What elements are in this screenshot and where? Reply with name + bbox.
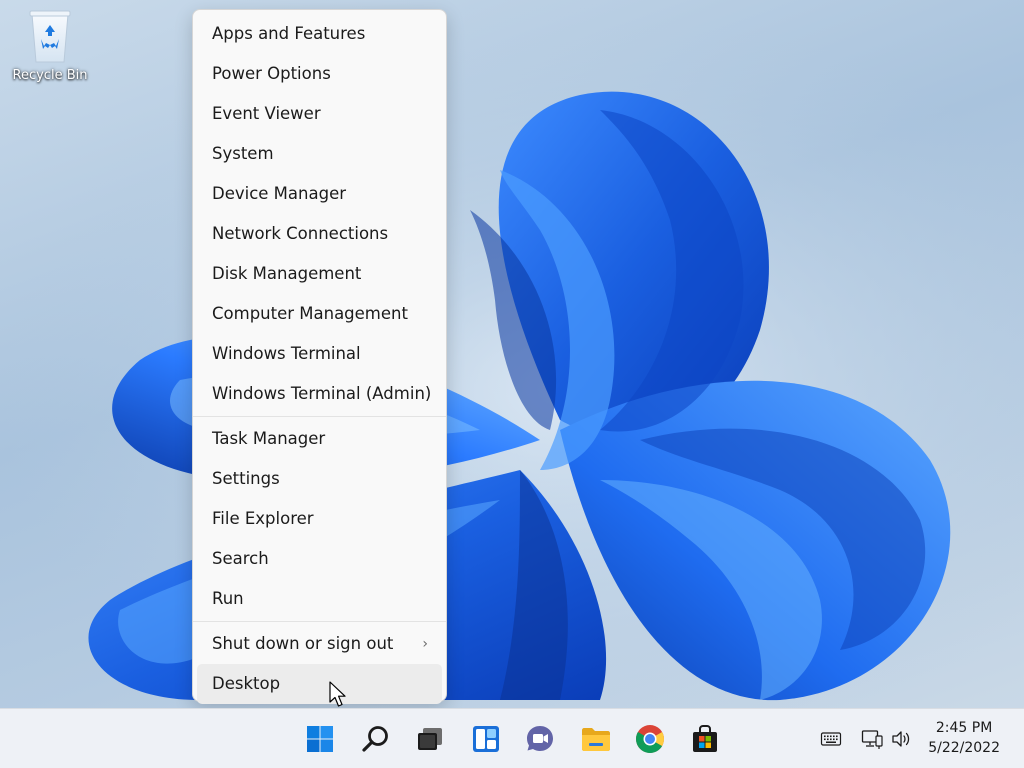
menu-item-disk-management[interactable]: Disk Management: [197, 254, 442, 294]
wallpaper: [0, 0, 1024, 708]
menu-item-event-viewer[interactable]: Event Viewer: [197, 94, 442, 134]
menu-item-label: Desktop: [212, 674, 281, 693]
menu-item-network-connections[interactable]: Network Connections: [197, 214, 442, 254]
chevron-right-icon: ›: [422, 636, 428, 652]
menu-item-label: Device Manager: [212, 184, 346, 203]
menu-item-label: Windows Terminal: [212, 344, 361, 363]
task-view-icon: [418, 728, 442, 750]
clock[interactable]: 2:45 PM 5/22/2022: [928, 718, 1000, 758]
mouse-cursor-icon: [329, 681, 346, 707]
menu-item-label: Search: [212, 549, 269, 568]
clock-time: 2:45 PM: [935, 720, 993, 736]
desktop-screen[interactable]: Recycle Bin Apps and Features Power Opti…: [0, 0, 1024, 768]
recycle-bin-icon: [29, 10, 71, 63]
menu-item-label: Run: [212, 589, 244, 608]
desktop-icon-recycle-bin[interactable]: Recycle Bin: [6, 8, 94, 83]
menu-item-label: Power Options: [212, 64, 331, 83]
widgets-button[interactable]: [466, 719, 506, 759]
chrome-button[interactable]: [630, 719, 670, 759]
menu-item-label: Apps and Features: [212, 24, 366, 43]
menu-item-label: Disk Management: [212, 264, 362, 283]
menu-item-label: Network Connections: [212, 224, 389, 243]
menu-item-windows-terminal-admin[interactable]: Windows Terminal (Admin): [197, 374, 442, 414]
microsoft-store-button[interactable]: [685, 719, 725, 759]
search-button[interactable]: [356, 719, 396, 759]
menu-item-apps-and-features[interactable]: Apps and Features: [197, 14, 442, 54]
menu-item-task-manager[interactable]: Task Manager: [197, 419, 442, 459]
menu-item-computer-management[interactable]: Computer Management: [197, 294, 442, 334]
menu-item-shut-down-or-sign-out[interactable]: Shut down or sign out ›: [197, 624, 442, 664]
menu-item-power-options[interactable]: Power Options: [197, 54, 442, 94]
volume-icon: [892, 731, 910, 747]
clock-date: 5/22/2022: [928, 740, 1000, 756]
menu-item-run[interactable]: Run: [197, 579, 442, 619]
microsoft-store-icon: [693, 725, 717, 752]
file-explorer-button[interactable]: [576, 719, 616, 759]
menu-item-label: Computer Management: [212, 304, 408, 323]
keyboard-icon: [820, 732, 842, 746]
volume-button[interactable]: [889, 727, 913, 751]
menu-item-system[interactable]: System: [197, 134, 442, 174]
teams-chat-icon: [527, 726, 553, 751]
menu-item-label: Event Viewer: [212, 104, 321, 123]
menu-item-settings[interactable]: Settings: [197, 459, 442, 499]
menu-item-label: Shut down or sign out: [212, 634, 394, 653]
menu-separator: [193, 416, 446, 417]
start-button[interactable]: [300, 719, 340, 759]
menu-item-label: Task Manager: [212, 429, 326, 448]
menu-item-device-manager[interactable]: Device Manager: [197, 174, 442, 214]
menu-item-label: File Explorer: [212, 509, 314, 528]
menu-item-windows-terminal[interactable]: Windows Terminal: [197, 334, 442, 374]
network-icon: [861, 730, 883, 749]
chrome-icon: [636, 725, 664, 753]
network-button[interactable]: [860, 727, 884, 751]
menu-item-label: System: [212, 144, 274, 163]
taskbar: 2:45 PM 5/22/2022: [0, 708, 1024, 768]
start-icon: [307, 726, 333, 752]
file-explorer-icon: [582, 728, 610, 751]
desktop-icon-label: Recycle Bin: [12, 68, 88, 83]
menu-item-label: Windows Terminal (Admin): [212, 384, 432, 403]
search-icon: [362, 726, 388, 752]
menu-item-label: Settings: [212, 469, 280, 488]
widgets-icon: [473, 726, 499, 752]
teams-chat-button[interactable]: [520, 719, 560, 759]
menu-separator: [193, 621, 446, 622]
touch-keyboard-button[interactable]: [819, 727, 843, 751]
menu-item-file-explorer[interactable]: File Explorer: [197, 499, 442, 539]
task-view-button[interactable]: [410, 719, 450, 759]
quick-link-menu: Apps and Features Power Options Event Vi…: [192, 9, 447, 704]
menu-item-search[interactable]: Search: [197, 539, 442, 579]
menu-item-desktop[interactable]: Desktop: [197, 664, 442, 704]
